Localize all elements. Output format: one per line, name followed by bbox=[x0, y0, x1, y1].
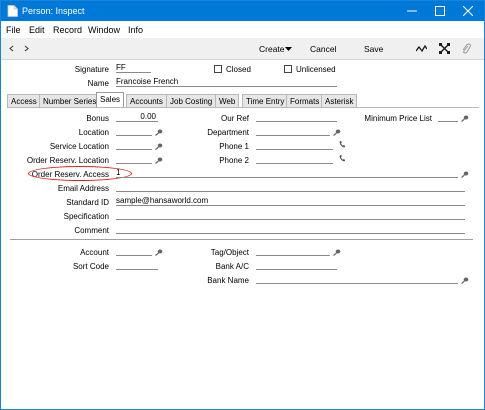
paste-icon[interactable] bbox=[461, 115, 469, 122]
bonus-field[interactable]: 0.00 bbox=[116, 113, 158, 122]
close-icon bbox=[463, 6, 473, 16]
person-inspect-window: Person: Inspect File Edit Record Window … bbox=[0, 0, 485, 410]
service-location-field[interactable] bbox=[116, 141, 152, 150]
specification-label: Specification bbox=[63, 212, 109, 221]
account-field[interactable] bbox=[116, 247, 152, 256]
tab-sales[interactable]: Sales bbox=[96, 92, 125, 108]
specification-field[interactable] bbox=[116, 211, 465, 220]
paste-icon[interactable] bbox=[155, 249, 163, 256]
account-label: Account bbox=[80, 248, 109, 257]
previous-record-icon[interactable] bbox=[9, 45, 15, 52]
bonus-label: Bonus bbox=[86, 114, 109, 123]
order-reserv-location-field[interactable] bbox=[116, 155, 152, 164]
tab-access[interactable]: Access bbox=[7, 94, 41, 107]
app-document-icon bbox=[7, 5, 18, 17]
save-button[interactable]: Save bbox=[364, 44, 383, 54]
closed-checkbox[interactable] bbox=[214, 65, 222, 73]
location-field[interactable] bbox=[116, 127, 152, 136]
signature-field[interactable]: FF bbox=[116, 64, 151, 73]
unlicensed-checkbox[interactable] bbox=[284, 65, 292, 73]
bank-ac-field[interactable] bbox=[256, 261, 337, 270]
tab-accounts[interactable]: Accounts bbox=[126, 94, 167, 107]
next-record-icon[interactable] bbox=[23, 45, 29, 52]
sort-code-field[interactable] bbox=[116, 261, 158, 270]
service-location-label: Service Location bbox=[49, 142, 109, 151]
menu-file[interactable]: File bbox=[6, 25, 21, 35]
email-field[interactable] bbox=[116, 183, 465, 192]
attachment-icon[interactable] bbox=[461, 43, 471, 55]
cancel-button[interactable]: Cancel bbox=[310, 44, 336, 54]
standard-id-field[interactable]: sample@hansaworld.com bbox=[116, 197, 465, 206]
menu-record[interactable]: Record bbox=[53, 25, 82, 35]
menu-edit[interactable]: Edit bbox=[29, 25, 45, 35]
paste-icon[interactable] bbox=[461, 277, 469, 284]
standard-id-label: Standard ID bbox=[66, 198, 109, 207]
activity-icon[interactable] bbox=[416, 45, 427, 53]
name-field[interactable]: Francoise French bbox=[116, 78, 337, 87]
sort-code-label: Sort Code bbox=[72, 262, 109, 271]
tab-job-costing[interactable]: Job Costing bbox=[166, 94, 217, 107]
phone-icon[interactable] bbox=[339, 154, 346, 162]
menu-info[interactable]: Info bbox=[128, 25, 143, 35]
tab-web[interactable]: Web bbox=[215, 94, 240, 107]
name-label: Name bbox=[87, 79, 109, 88]
window-title: Person: Inspect bbox=[22, 6, 85, 16]
unlicensed-label: Unlicensed bbox=[296, 65, 336, 74]
menu-bar: File Edit Record Window Info bbox=[1, 21, 484, 38]
email-label: Email Address bbox=[57, 184, 109, 193]
closed-label: Closed bbox=[226, 65, 251, 74]
signature-label: Signature bbox=[74, 65, 109, 74]
department-field[interactable] bbox=[256, 127, 330, 136]
toolbar: Create Cancel Save bbox=[1, 38, 484, 60]
title-bar: Person: Inspect bbox=[1, 1, 484, 21]
paste-icon[interactable] bbox=[333, 129, 341, 136]
tag-object-label: Tag/Object bbox=[210, 248, 249, 257]
paste-icon[interactable] bbox=[461, 171, 469, 178]
tag-object-field[interactable] bbox=[256, 247, 330, 256]
phone1-field[interactable] bbox=[256, 141, 333, 150]
order-reserv-access-field[interactable]: 1 bbox=[116, 169, 458, 178]
paste-icon[interactable] bbox=[155, 157, 163, 164]
section-divider bbox=[10, 239, 473, 240]
phone2-label: Phone 2 bbox=[219, 156, 249, 165]
tab-number-series[interactable]: Number Series bbox=[39, 94, 101, 107]
our-ref-label: Our Ref bbox=[220, 114, 249, 123]
minimize-icon bbox=[407, 10, 417, 12]
tab-divider bbox=[7, 107, 479, 108]
paste-icon[interactable] bbox=[155, 129, 163, 136]
paste-icon[interactable] bbox=[155, 143, 163, 150]
minimum-price-list-label: Minimum Price List bbox=[364, 114, 432, 123]
close-button[interactable] bbox=[454, 1, 482, 21]
maximize-icon bbox=[435, 6, 445, 16]
order-reserv-location-label: Order Reserv. Location bbox=[26, 156, 109, 165]
bank-name-label: Bank Name bbox=[207, 276, 249, 285]
create-button[interactable]: Create bbox=[259, 44, 285, 54]
tab-time-entry[interactable]: Time Entry bbox=[242, 94, 289, 107]
minimum-price-list-field[interactable] bbox=[438, 113, 458, 122]
connect-icon[interactable] bbox=[439, 43, 450, 54]
bank-ac-label: Bank A/C bbox=[215, 262, 249, 271]
paste-icon[interactable] bbox=[333, 249, 341, 256]
department-label: Department bbox=[207, 128, 249, 137]
tab-asterisk[interactable]: Asterisk bbox=[321, 94, 358, 107]
phone-icon[interactable] bbox=[339, 140, 346, 148]
comment-field[interactable] bbox=[116, 225, 465, 234]
our-ref-field[interactable] bbox=[256, 113, 337, 122]
minimize-button[interactable] bbox=[398, 1, 426, 21]
menu-window[interactable]: Window bbox=[88, 25, 120, 35]
location-label: Location bbox=[78, 128, 109, 137]
maximize-button[interactable] bbox=[426, 1, 454, 21]
phone2-field[interactable] bbox=[256, 155, 333, 164]
phone1-label: Phone 1 bbox=[219, 142, 249, 151]
chevron-down-icon[interactable] bbox=[285, 47, 292, 51]
comment-label: Comment bbox=[74, 226, 109, 235]
tab-formats[interactable]: Formats bbox=[286, 94, 324, 107]
bank-name-field[interactable] bbox=[256, 275, 458, 284]
